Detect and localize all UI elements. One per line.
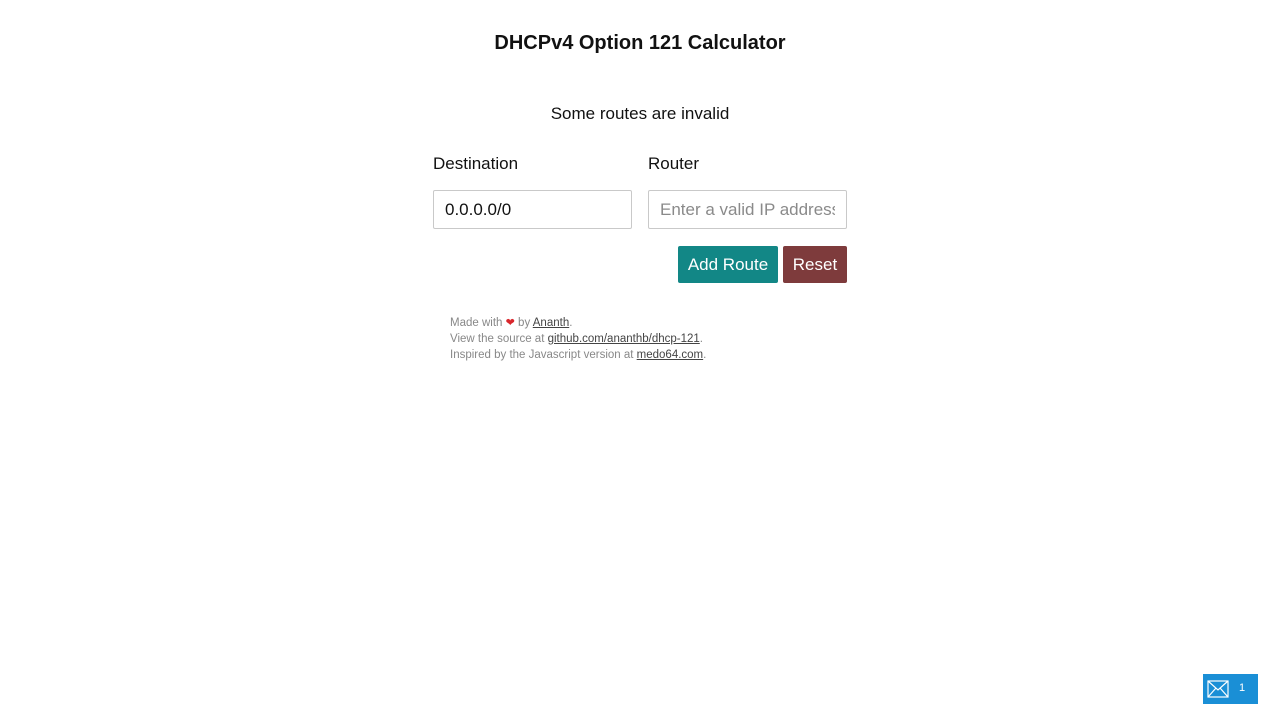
inspiration-link[interactable]: medo64.com — [637, 349, 703, 361]
router-label: Router — [648, 154, 700, 173]
destination-input[interactable] — [433, 190, 632, 229]
footer-text: by — [518, 317, 531, 329]
reset-button[interactable]: Reset — [783, 246, 847, 283]
footer: Made with ❤ by Ananth. View the source a… — [450, 315, 706, 363]
footer-line-made-with: Made with ❤ by Ananth. — [450, 315, 706, 331]
router-input[interactable] — [648, 190, 847, 229]
footer-line-source: View the source at github.com/ananthb/dh… — [450, 331, 706, 347]
envelope-icon — [1207, 680, 1229, 698]
footer-text: . — [703, 349, 707, 361]
badge-count: 1 — [1239, 682, 1246, 694]
footer-text: View the source at — [450, 333, 545, 345]
footer-line-inspired: Inspired by the Javascript version at me… — [450, 347, 706, 363]
source-link[interactable]: github.com/ananthb/dhcp-121 — [548, 333, 700, 345]
footer-text: . — [569, 317, 573, 329]
heart-icon: ❤ — [505, 317, 515, 329]
footer-text: Made with — [450, 317, 503, 329]
destination-label: Destination — [433, 154, 519, 173]
status-message: Some routes are invalid — [550, 104, 730, 123]
author-link[interactable]: Ananth — [533, 317, 569, 329]
footer-text: . — [699, 333, 703, 345]
page-title: DHCPv4 Option 121 Calculator — [494, 32, 786, 54]
add-route-button[interactable]: Add Route — [678, 246, 778, 283]
notification-badge[interactable]: 1 — [1203, 674, 1258, 704]
page: DHCPv4 Option 121 Calculator Some routes… — [0, 0, 1280, 720]
footer-text: Inspired by the Javascript version at — [450, 349, 634, 361]
